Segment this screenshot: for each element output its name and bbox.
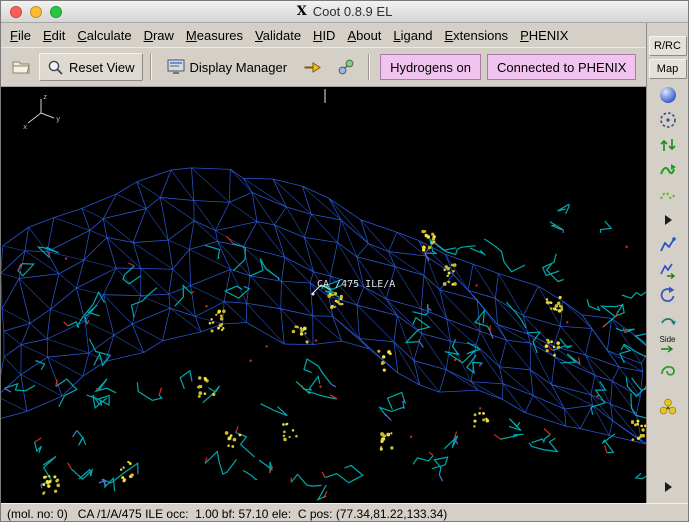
- toolbar: Reset View Display Manager Hydrogens on …: [1, 47, 646, 87]
- map-button[interactable]: Map: [648, 59, 687, 79]
- toolbar-separator: [368, 54, 371, 80]
- environment-distances-button[interactable]: [331, 53, 362, 81]
- phenix-status-label: Connected to PHENIX: [497, 59, 627, 75]
- toolbar-separator: [149, 54, 152, 80]
- svg-text:z: z: [43, 93, 47, 101]
- expander-icon: [664, 214, 672, 225]
- go-to-atom-button[interactable]: [298, 53, 329, 81]
- display-manager-button[interactable]: Display Manager: [158, 53, 296, 81]
- window-title: X Coot 0.8.9 EL: [1, 1, 688, 22]
- rotamers-icon: [659, 263, 675, 279]
- regularize-zone-icon: [659, 191, 676, 199]
- molecular-viewport[interactable]: x y z CA /475 ILE/A: [1, 87, 646, 503]
- rrc-button[interactable]: R/RC: [648, 36, 687, 56]
- titlebar[interactable]: X Coot 0.8.9 EL: [1, 1, 688, 23]
- menu-calculate[interactable]: Calculate: [71, 25, 137, 46]
- reset-view-label: Reset View: [69, 59, 135, 75]
- auto-fit-rotamer-icon: [659, 236, 676, 251]
- regularize-zone-button[interactable]: [652, 182, 684, 207]
- display-manager-label: Display Manager: [189, 59, 288, 75]
- mutate-rotamer-button[interactable]: [652, 394, 684, 419]
- open-coordinates-icon: [12, 61, 30, 74]
- statusbar: (mol. no: 0) CA /1/A/475 ILE occ: 1.00 b…: [1, 503, 688, 521]
- flip-peptide-icon: [660, 317, 676, 325]
- phenix-status-badge: Connected to PHENIX: [487, 54, 637, 80]
- more-tools-icon: [664, 481, 672, 492]
- side-label: Side: [659, 334, 676, 344]
- menu-validate[interactable]: Validate: [249, 25, 307, 46]
- menu-draw[interactable]: Draw: [138, 25, 180, 46]
- side-chain-flip-icon: Side: [659, 334, 677, 354]
- rrc-label: R/RC: [654, 40, 681, 52]
- magnifier-icon: [48, 60, 63, 75]
- hydrogens-label: Hydrogens on: [390, 59, 472, 75]
- menu-extensions[interactable]: Extensions: [438, 25, 514, 46]
- right-toolbar: R/RC Map Side: [646, 23, 688, 503]
- svg-text:y: y: [56, 115, 60, 123]
- svg-text:CA /475 ILE/A: CA /475 ILE/A: [317, 279, 395, 290]
- edit-chi-angles-icon: [660, 286, 674, 302]
- window-controls: [1, 5, 62, 18]
- status-text: (mol. no: 0) CA /1/A/475 ILE occ: 1.00 b…: [7, 506, 448, 521]
- jed-flip-icon: [660, 365, 675, 376]
- flip-peptide-button[interactable]: [652, 307, 684, 332]
- environment-distances-icon: [338, 59, 354, 75]
- yellow-trefoil-icon: [659, 398, 676, 414]
- more-tools-button[interactable]: [652, 474, 684, 499]
- refine-range-button[interactable]: [652, 107, 684, 132]
- menu-hid[interactable]: HID: [307, 25, 341, 46]
- sphere-refine-button[interactable]: [652, 82, 684, 107]
- zoom-button[interactable]: [50, 5, 62, 18]
- auto-fit-rotamer-button[interactable]: [652, 232, 684, 257]
- display-manager-icon: [167, 59, 185, 74]
- edit-chi-angles-button[interactable]: [652, 282, 684, 307]
- svg-text:x: x: [23, 123, 27, 131]
- sphere-refine-icon: [659, 86, 676, 103]
- reset-view-button[interactable]: Reset View: [39, 53, 143, 81]
- rigid-body-fit-button[interactable]: [652, 132, 684, 157]
- menu-about[interactable]: About: [341, 25, 387, 46]
- window-title-text: Coot 0.8.9 EL: [312, 4, 393, 19]
- x11-logo-icon: X: [296, 4, 307, 19]
- menu-phenix[interactable]: PHENIX: [514, 25, 574, 46]
- jed-flip-button[interactable]: [652, 357, 684, 382]
- menu-edit[interactable]: Edit: [37, 25, 71, 46]
- refine-range-icon: [659, 111, 676, 128]
- menubar: File Edit Calculate Draw Measures Valida…: [1, 23, 646, 47]
- real-space-refine-icon: [659, 163, 676, 174]
- menu-ligand[interactable]: Ligand: [387, 25, 438, 46]
- expander-button[interactable]: [652, 207, 684, 232]
- hydrogens-toggle[interactable]: Hydrogens on: [380, 54, 482, 80]
- map-label: Map: [656, 63, 679, 75]
- menu-file[interactable]: File: [4, 25, 37, 46]
- open-coordinates-button[interactable]: [6, 53, 36, 81]
- rigid-body-fit-icon: [659, 138, 676, 151]
- rotamers-button[interactable]: [652, 257, 684, 282]
- coot-window: X Coot 0.8.9 EL File Edit Calculate Draw…: [0, 0, 689, 522]
- real-space-refine-button[interactable]: [652, 157, 684, 182]
- minimize-button[interactable]: [30, 5, 42, 18]
- go-to-atom-icon: [304, 62, 321, 73]
- scene-svg[interactable]: x y z CA /475 ILE/A: [1, 87, 646, 503]
- side-chain-flip-button[interactable]: Side: [652, 332, 684, 357]
- menu-measures[interactable]: Measures: [180, 25, 249, 46]
- close-button[interactable]: [10, 5, 22, 18]
